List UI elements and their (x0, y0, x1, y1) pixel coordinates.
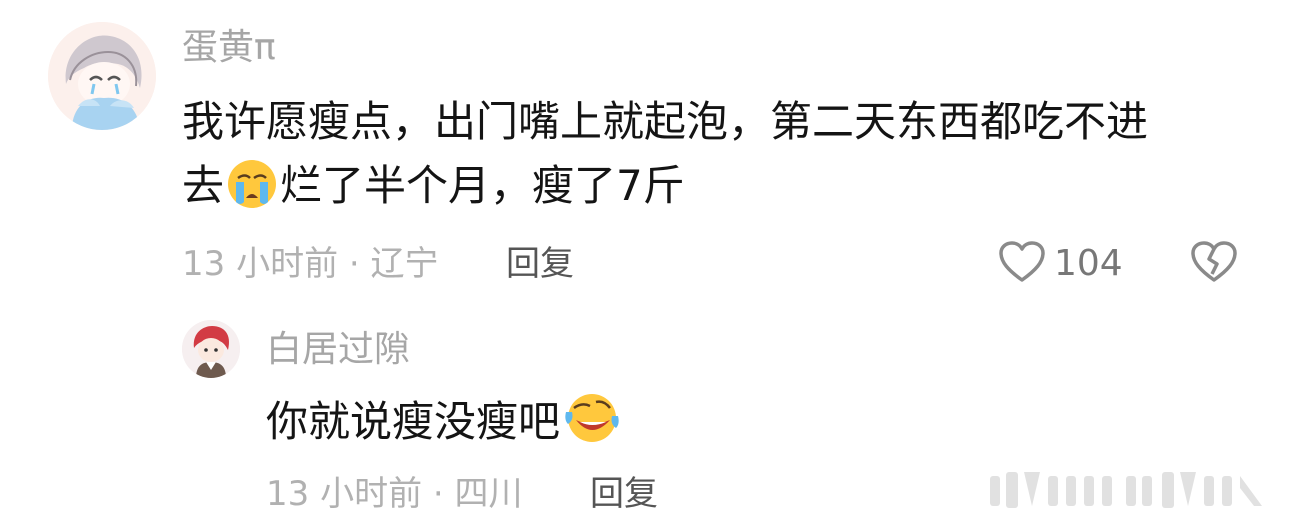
broken-heart-icon[interactable] (1190, 240, 1238, 288)
heart-outline-icon (998, 240, 1046, 288)
user-avatar[interactable] (48, 22, 156, 130)
comment-text-segment: 去 (182, 161, 225, 210)
reply-button[interactable]: 回复 (506, 242, 574, 286)
avatar-illustration (182, 320, 240, 378)
avatar-illustration (48, 22, 156, 130)
like-button[interactable]: 104 (998, 240, 1123, 288)
reply-button[interactable]: 回复 (590, 472, 658, 516)
crying-face-emoji (226, 158, 278, 228)
comment-text-line-2: 去 烂了半个月，瘦了7斤 (182, 154, 1242, 228)
reply-avatar[interactable] (182, 320, 240, 378)
comment-text: 我许愿瘦点，出门嘴上就起泡，第二天东西都吃不进 去 烂了半个月，瘦了7斤 (182, 90, 1242, 228)
like-count: 104 (1054, 243, 1123, 284)
reply-time-location: 13 小时前 · 四川 (266, 474, 523, 514)
reply-text-segment: 你就说瘦没瘦吧 (266, 397, 561, 446)
comment-text-line-1: 我许愿瘦点，出门嘴上就起泡，第二天东西都吃不进 (182, 97, 1149, 146)
reply-text: 你就说瘦没瘦吧 (266, 390, 1166, 464)
rolling-laughing-emoji (562, 390, 622, 464)
comment-thread: { "comment": { "username": "蛋黄π", "text_… (0, 0, 1290, 526)
comment-time-location: 13 小时前 · 辽宁 (182, 244, 439, 284)
reply-username[interactable]: 白居过隙 (266, 328, 410, 372)
watermark-logo (986, 466, 1276, 512)
comment-username[interactable]: 蛋黄π (182, 26, 276, 70)
comment-text-segment: 烂了半个月，瘦了7斤 (280, 161, 685, 210)
